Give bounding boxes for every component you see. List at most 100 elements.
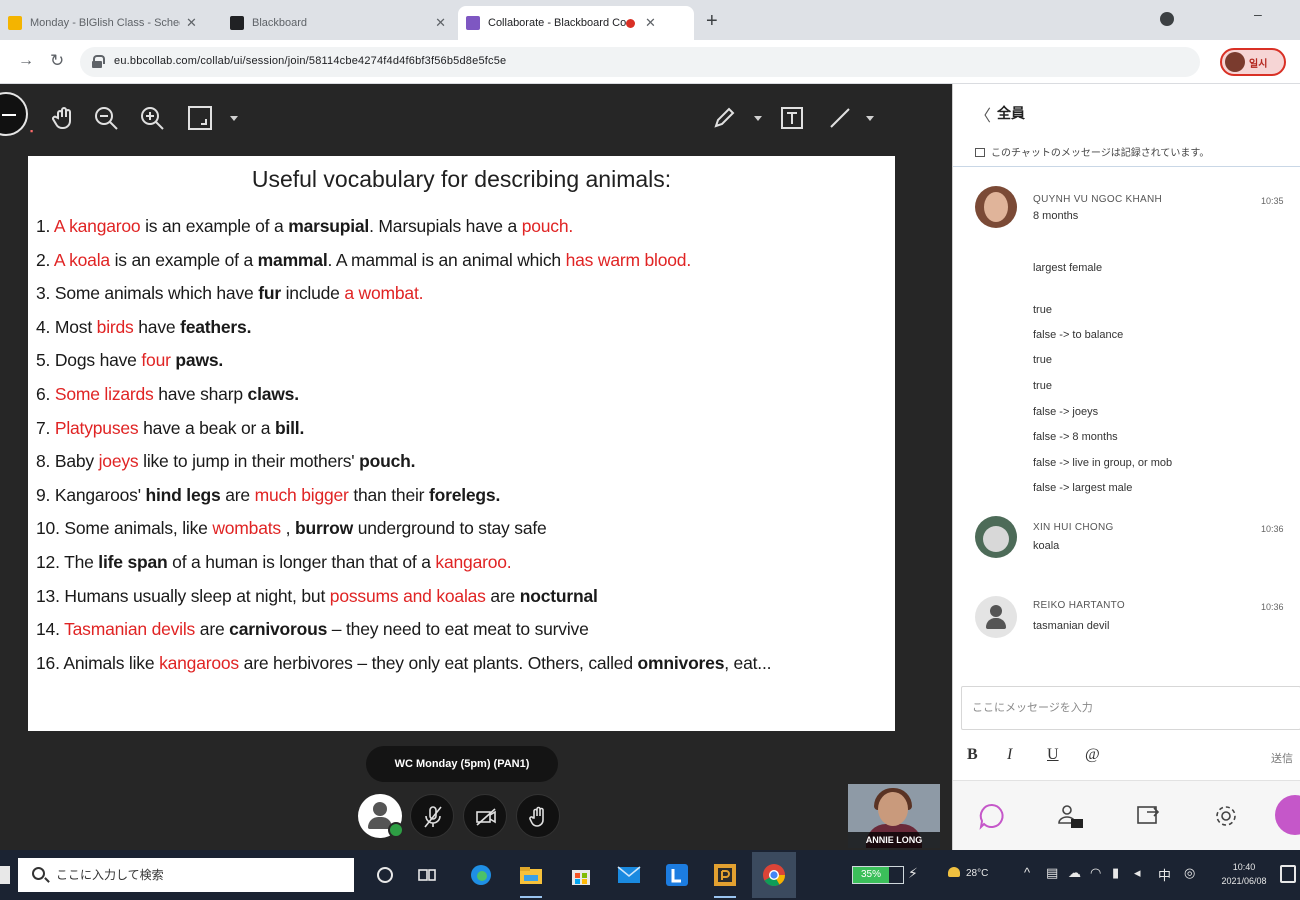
vocabulary-term: claws. [247, 383, 300, 404]
info-icon [975, 148, 985, 157]
highlighted-term: pouch. [521, 216, 574, 236]
underline-button[interactable]: U [1047, 746, 1059, 764]
windows-start-icon[interactable] [0, 866, 10, 884]
sentence-text: . Marsupials have a [369, 216, 522, 236]
presentation-app-icon[interactable] [710, 860, 740, 898]
close-tab-icon[interactable]: ✕ [435, 15, 446, 31]
message-time: 10:36 [1261, 524, 1284, 534]
highlighted-term: A kangaroo [53, 216, 141, 236]
vocabulary-item: 13. Humans usually sleep at night, but p… [36, 580, 886, 614]
back-chevron-icon[interactable]: 〈 [975, 102, 991, 126]
input-method-icon[interactable]: 中 [1158, 865, 1171, 884]
shape-options-chevron-down-icon[interactable] [866, 116, 874, 121]
reload-icon[interactable]: ↻ [50, 51, 64, 71]
participant-video-tile[interactable]: ANNIE LONG [848, 784, 940, 848]
vocabulary-item: 5. Dogs have four paws. [36, 344, 886, 378]
mention-button[interactable]: @ [1085, 746, 1100, 764]
task-view-icon[interactable] [412, 860, 442, 890]
message-line: false -> largest male [1033, 482, 1133, 494]
network-icon[interactable]: ▮ [1112, 865, 1119, 881]
pencil-icon[interactable] [710, 104, 738, 132]
close-tab-icon[interactable]: ✕ [186, 15, 197, 31]
chat-message-list[interactable]: QUYNH VU NGOC KHANH 10:35 8 months larges… [953, 168, 1300, 688]
send-button[interactable]: 送信 [1271, 750, 1293, 766]
camera-button[interactable] [463, 794, 507, 838]
highlighted-term: a wombat. [344, 283, 424, 304]
message-line: true [1033, 380, 1052, 392]
notification-center-icon[interactable] [1280, 865, 1296, 883]
address-bar[interactable]: eu.bbcollab.com/collab/ui/session/join/5… [80, 47, 1278, 77]
weather-icon [948, 867, 960, 877]
zoom-in-icon[interactable] [138, 104, 166, 132]
edge-browser-icon[interactable] [466, 860, 496, 890]
taskbar-search[interactable] [18, 858, 354, 892]
participants-icon[interactable] [1055, 801, 1085, 831]
message-time: 10:35 [1261, 196, 1284, 206]
microsoft-store-icon[interactable] [566, 860, 596, 890]
pan-hand-icon[interactable] [50, 104, 78, 132]
cloud-icon[interactable]: ☁ [1068, 865, 1081, 881]
chat-bubble-icon[interactable] [977, 801, 1007, 831]
minimize-window-icon[interactable]: – [1254, 6, 1262, 22]
forward-arrow-icon[interactable]: → [18, 52, 34, 70]
sentence-text: of a human is longer than that of a [167, 551, 436, 572]
browser-tab-1[interactable]: Monday - BlGlish Class - Schedule ✕ [0, 6, 222, 40]
file-explorer-icon[interactable] [516, 860, 546, 898]
highlighted-term: Some lizards [54, 383, 154, 404]
settings-gear-icon[interactable] [1211, 801, 1241, 831]
my-status-button[interactable] [358, 794, 404, 838]
pencil-options-chevron-down-icon[interactable] [754, 116, 762, 121]
cortana-circle-icon[interactable] [370, 860, 400, 890]
message-time: 10:36 [1261, 602, 1284, 612]
avatar [975, 186, 1017, 228]
sentence-text: 4. Most [36, 316, 97, 337]
charging-icon: ⚡ [908, 865, 918, 881]
sentence-text: are [485, 585, 520, 606]
volume-icon[interactable]: ◂ [1134, 865, 1141, 881]
url-text[interactable]: eu.bbcollab.com/collab/ui/session/join/5… [114, 55, 506, 67]
browser-tab-2[interactable]: Blackboard ✕ [222, 6, 454, 40]
presenter-avatar[interactable] [0, 92, 28, 136]
sentence-text: 13. Humans usually sleep at night, but [36, 585, 330, 606]
close-panel-button[interactable] [1275, 795, 1300, 835]
chat-input-box[interactable] [961, 686, 1300, 730]
tab-search-icon[interactable] [1160, 12, 1174, 26]
mail-icon[interactable] [614, 860, 644, 890]
highlighted-term: kangaroo. [435, 551, 512, 572]
browser-tab-strip: Monday - BlGlish Class - Schedule ✕ Blac… [0, 0, 1300, 40]
show-hidden-icons-chevron-up-icon[interactable]: ^ [1024, 865, 1030, 880]
fit-options-chevron-down-icon[interactable] [230, 116, 238, 121]
line-app-icon[interactable] [662, 860, 692, 890]
wifi-icon[interactable]: ◠ [1090, 865, 1101, 881]
vocabulary-item: 14. Tasmanian devils are carnivorous – t… [36, 613, 886, 647]
chat-format-bar: B I U @ 送信 [953, 740, 1300, 770]
italic-button[interactable]: I [1007, 746, 1012, 764]
taskbar-clock[interactable]: 10:40 2021/06/08 [1218, 860, 1270, 888]
tray-app-icon[interactable]: ▤ [1046, 865, 1058, 881]
vocabulary-item: 16. Animals like kangaroos are herbivore… [36, 647, 886, 673]
ime-status-icon[interactable]: ◎ [1184, 865, 1195, 881]
highlighted-term: much bigger [254, 484, 349, 505]
vocabulary-item: 4. Most birds have feathers. [36, 311, 886, 345]
taskbar-search-input[interactable] [56, 858, 346, 892]
browser-tab-3[interactable]: Collaborate - Blackboard Collaborate ✕ [458, 6, 694, 40]
chat-message-input[interactable] [962, 687, 1300, 729]
vocabulary-item: 10. Some animals, like wombats , burrow … [36, 512, 886, 546]
text-tool-icon[interactable] [778, 104, 806, 132]
zoom-out-icon[interactable] [92, 104, 120, 132]
vocabulary-item: 2. A koala is an example of a mammal. A … [36, 244, 886, 278]
share-content-icon[interactable] [1133, 801, 1163, 831]
camera-off-icon [476, 808, 496, 826]
profile-button[interactable]: 일시 [1220, 48, 1286, 76]
weather-widget[interactable]: 28°C [948, 867, 988, 879]
raise-hand-button[interactable] [516, 794, 560, 838]
bold-button[interactable]: B [967, 746, 978, 764]
microphone-button[interactable] [410, 794, 454, 838]
battery-indicator[interactable]: 35% [852, 866, 904, 884]
clock-date: 2021/06/08 [1221, 876, 1267, 886]
close-tab-icon[interactable]: ✕ [645, 15, 656, 31]
fit-page-icon[interactable] [186, 104, 214, 132]
chrome-browser-icon[interactable] [752, 852, 796, 898]
line-tool-icon[interactable] [826, 104, 854, 132]
new-tab-button[interactable]: + [706, 10, 718, 33]
